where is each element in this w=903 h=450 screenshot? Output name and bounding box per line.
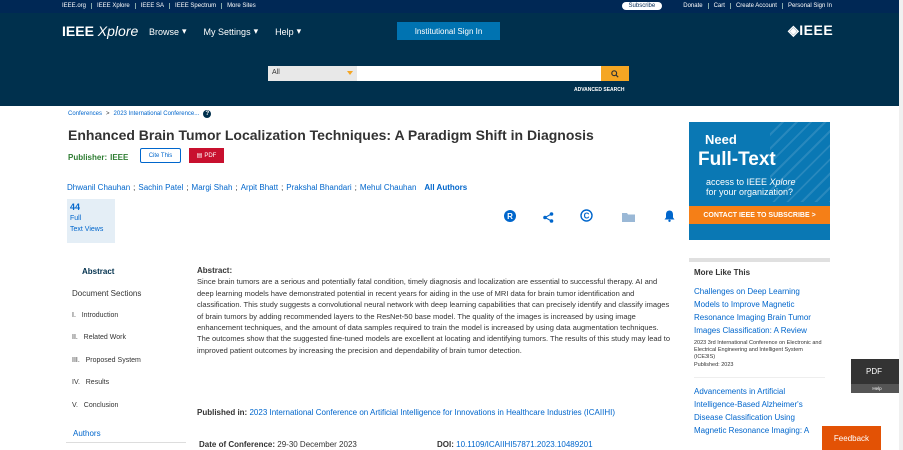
cite-this-button[interactable]: Cite This [140, 148, 181, 163]
ieee-xplore-link[interactable]: IEEE Xplore [92, 3, 136, 9]
nav-section[interactable]: I. Introduction [72, 312, 118, 319]
advanced-search-link[interactable]: ADVANCED SEARCH [574, 87, 624, 93]
ieee-org-link[interactable]: IEEE.org [62, 3, 93, 9]
breadcrumb-conferences[interactable]: Conferences [68, 111, 102, 117]
chevron-down-icon: ▾ [253, 26, 259, 36]
related-article-date: Published: 2023 [694, 362, 825, 378]
scrollbar[interactable] [899, 0, 903, 450]
related-article-venue: 2023 3rd International Conference on Ele… [694, 340, 822, 360]
svg-text:R: R [507, 212, 513, 221]
author-link[interactable]: Arpit Bhatt [241, 183, 278, 192]
help-icon[interactable]: ? [203, 110, 212, 118]
page-title: Enhanced Brain Tumor Localization Techni… [68, 127, 594, 143]
published-in: Published in: 2023 International Confere… [197, 408, 615, 417]
ieee-spectrum-link[interactable]: IEEE Spectrum [170, 3, 223, 9]
document-icon: ▤ [196, 153, 203, 159]
all-authors-link[interactable]: All Authors [424, 183, 467, 192]
doi: DOI: 10.1109/ICAIIHI57871.2023.10489201 [437, 440, 593, 449]
copyright-icon[interactable]: C [579, 208, 593, 222]
author-link[interactable]: Dhwanil Chauhan [67, 183, 130, 192]
publisher: Publisher: IEEE [68, 153, 129, 162]
create-account-link[interactable]: Create Account [731, 3, 783, 9]
abstract-section: Abstract: Since brain tumors are a serio… [197, 265, 672, 356]
ieee-sa-link[interactable]: IEEE SA [136, 3, 171, 9]
more-like-this-panel: More Like This Challenges on Deep Learni… [689, 258, 830, 450]
search-icon [611, 69, 619, 78]
nav-section[interactable]: IV. Results [72, 379, 109, 386]
full-text-ad[interactable]: Need Full-Text access to IEEE Xplore for … [689, 122, 830, 240]
divider [66, 442, 186, 443]
ad-heading-large: Full-Text [698, 149, 776, 170]
subscribe-button[interactable]: Subscribe [621, 2, 663, 10]
folder-icon[interactable] [621, 210, 635, 224]
nav-authors[interactable]: Authors [73, 429, 101, 438]
related-article-link[interactable]: Advancements in Artificial Intelligence-… [694, 385, 825, 437]
ad-text: access to IEEE Xplore for your organizati… [706, 177, 796, 197]
abstract-text: Since brain tumors are a serious and pot… [197, 277, 671, 355]
views-label: Full [70, 215, 82, 222]
author-list: Dhwanil Chauhan; Sachin Patel; Margi Sha… [67, 183, 468, 192]
abstract-heading: Abstract: [197, 266, 233, 275]
share-icon[interactable] [541, 210, 555, 224]
browse-menu[interactable]: Browse ▾ [149, 26, 187, 37]
dropdown-arrow-icon [347, 71, 353, 75]
utility-bar: IEEE.org IEEE Xplore IEEE SA IEEE Spectr… [0, 0, 903, 13]
date-of-conference: Date of Conference: 29-30 December 2023 [199, 440, 357, 449]
site-header: IEEE Xplore Browse ▾ My Settings ▾ Help ▾ I… [0, 13, 903, 106]
nav-section[interactable]: V. Conclusion [72, 402, 118, 409]
help-tab[interactable]: Help [851, 384, 903, 393]
feedback-button[interactable]: Feedback [822, 426, 881, 450]
more-like-this-heading: More Like This [694, 268, 751, 277]
pdf-side-tab[interactable]: PDF Help [851, 359, 903, 393]
conference-link[interactable]: 2023 International Conference on Artific… [249, 408, 615, 417]
nav-section[interactable]: II. Related Work [72, 334, 126, 341]
my-settings-menu[interactable]: My Settings ▾ [204, 26, 259, 37]
more-sites-link[interactable]: More Sites [222, 3, 261, 9]
rights-permissions-icon[interactable]: R [503, 209, 517, 223]
main-nav: Browse ▾ My Settings ▾ Help ▾ [149, 26, 301, 37]
nav-abstract[interactable]: Abstract [82, 267, 114, 276]
author-link[interactable]: Sachin Patel [138, 183, 183, 192]
nav-section[interactable]: III. Proposed System [72, 357, 141, 364]
bell-icon[interactable] [662, 209, 676, 223]
author-link[interactable]: Prakshal Bhandari [286, 183, 351, 192]
breadcrumb-conference[interactable]: 2023 International Conference... [114, 111, 200, 117]
search-scope-select[interactable]: All [268, 66, 357, 81]
help-menu[interactable]: Help ▾ [275, 26, 301, 37]
full-text-views-badge: 44 Full Text Views [67, 199, 115, 243]
nav-document-sections[interactable]: Document Sections [72, 289, 141, 298]
search-bar: All [268, 66, 629, 81]
cart-link[interactable]: Cart [709, 3, 731, 9]
breadcrumb-separator: > [106, 111, 110, 117]
pdf-button[interactable]: ▤ PDF [189, 148, 224, 163]
institutional-sign-in-button[interactable]: Institutional Sign In [397, 22, 500, 40]
author-link[interactable]: Mehul Chauhan [360, 183, 416, 192]
doi-link[interactable]: 10.1109/ICAIIHI57871.2023.10489201 [456, 440, 592, 449]
author-link[interactable]: Margi Shah [192, 183, 233, 192]
pdf-side-label: PDF [866, 367, 882, 376]
search-input[interactable] [357, 66, 601, 81]
related-article-link[interactable]: Challenges on Deep Learning Models to Im… [694, 285, 825, 337]
svg-text:C: C [583, 211, 589, 220]
views-count: 44 [70, 202, 81, 212]
personal-sign-in-link[interactable]: Personal Sign In [783, 3, 832, 9]
search-button[interactable] [601, 66, 629, 81]
chevron-down-icon: ▾ [182, 26, 187, 36]
donate-link[interactable]: Donate [678, 3, 709, 9]
contact-ieee-button[interactable]: CONTACT IEEE TO SUBSCRIBE > [689, 206, 830, 224]
views-label: Text Views [70, 226, 104, 233]
chevron-down-icon: ▾ [296, 26, 302, 36]
ieee-xplore-logo[interactable]: IEEE Xplore [62, 23, 138, 39]
breadcrumb: Conferences > 2023 International Confere… [68, 110, 212, 118]
ad-heading: Need [705, 132, 737, 147]
ieee-logo[interactable]: ◈IEEE [788, 22, 833, 39]
